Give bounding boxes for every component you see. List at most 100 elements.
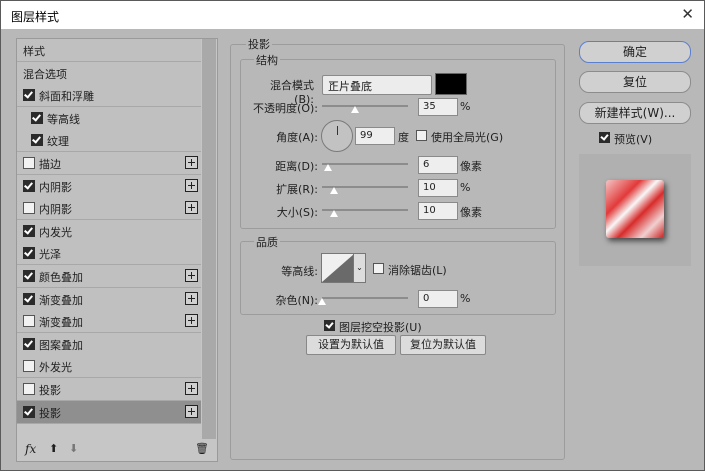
add-effect-icon[interactable] (185, 269, 198, 282)
style-checkbox[interactable] (23, 337, 35, 350)
structure-title: 结构 (254, 52, 280, 68)
noise-label: 杂色(N): (275, 294, 318, 307)
style-item-label: 内发光 (39, 225, 72, 239)
close-icon[interactable]: ✕ (681, 5, 694, 23)
style-item-label: 光泽 (39, 248, 61, 262)
opacity-slider-track[interactable] (322, 105, 408, 107)
spread-value: 10 (423, 182, 436, 193)
move-up-icon[interactable]: ⬆ (49, 442, 58, 455)
style-item-label: 样式 (23, 45, 45, 58)
angle-value: 99 (360, 130, 373, 141)
style-checkbox[interactable] (23, 247, 35, 260)
style-checkbox[interactable] (23, 179, 35, 192)
style-list-item[interactable]: 样式 (17, 39, 201, 62)
reset-default-button[interactable]: 复位为默认值 (400, 335, 486, 355)
style-list-item[interactable]: 外发光 (17, 355, 201, 379)
opacity-slider-thumb[interactable] (351, 106, 359, 113)
noise-slider-track[interactable] (322, 297, 408, 299)
style-preview (579, 154, 691, 266)
add-effect-icon[interactable] (185, 291, 198, 305)
global-light-checkbox[interactable] (416, 130, 427, 141)
knockout-label: 图层挖空投影(U) (339, 321, 422, 334)
style-checkbox[interactable] (23, 157, 35, 169)
style-checkbox[interactable] (31, 134, 43, 147)
style-item-label: 渐变叠加 (39, 316, 83, 330)
distance-input[interactable]: 6 (418, 156, 458, 174)
add-effect-icon[interactable] (185, 382, 198, 395)
fx-icon[interactable]: fx (25, 442, 36, 456)
dialog-title: 图层样式 (11, 10, 60, 24)
style-list-item[interactable]: 渐变叠加 (17, 287, 201, 311)
reset-button[interactable]: 复位 (579, 71, 691, 93)
style-checkbox[interactable] (23, 89, 35, 102)
distance-slider-thumb[interactable] (324, 164, 332, 171)
style-checkbox[interactable] (23, 224, 35, 237)
style-checkbox[interactable] (23, 202, 35, 215)
shadow-color-swatch[interactable] (435, 73, 467, 95)
trash-icon[interactable]: 🗑 (195, 442, 209, 455)
opacity-input[interactable]: 35 (418, 98, 458, 116)
contour-label: 等高线: (281, 265, 318, 278)
style-checkbox[interactable] (23, 292, 35, 305)
global-light-label: 使用全局光(G) (431, 131, 504, 144)
style-checkbox[interactable] (23, 360, 35, 373)
style-list-item[interactable]: 渐变叠加 (17, 310, 201, 334)
section-title: 投影 (246, 36, 272, 52)
add-effect-icon[interactable] (185, 178, 198, 192)
style-list-item[interactable]: 投影 (17, 378, 201, 401)
style-list-item[interactable]: 投影 (17, 400, 201, 424)
style-list-item[interactable]: 内阴影 (17, 174, 201, 198)
noise-slider-thumb[interactable] (318, 298, 326, 305)
style-list-item[interactable]: 颜色叠加 (17, 265, 201, 288)
noise-input[interactable]: 0 (418, 290, 458, 308)
style-checkbox[interactable] (31, 111, 43, 124)
size-slider-thumb[interactable] (330, 210, 338, 217)
add-effect-icon[interactable] (185, 156, 198, 169)
move-down-icon[interactable]: ⬇ (69, 442, 78, 455)
style-item-label: 图案叠加 (39, 338, 83, 352)
style-list-item[interactable]: 图案叠加 (17, 332, 201, 356)
style-list-item[interactable]: 描边 (17, 152, 201, 175)
style-checkbox[interactable] (23, 405, 35, 418)
knockout-checkbox[interactable] (324, 320, 335, 331)
style-list-item[interactable]: 内发光 (17, 219, 201, 243)
antialias-checkbox[interactable] (373, 263, 384, 274)
angle-input[interactable]: 99 (355, 127, 395, 145)
size-input[interactable]: 10 (418, 202, 458, 220)
style-list-item[interactable]: 斜面和浮雕 (17, 84, 201, 108)
add-effect-icon[interactable] (185, 404, 198, 418)
quality-title: 品质 (254, 234, 280, 250)
spread-input[interactable]: 10 (418, 179, 458, 197)
contour-preview[interactable] (321, 253, 355, 283)
preview-thumbnail (606, 180, 664, 238)
ok-button[interactable]: 确定 (579, 41, 691, 63)
style-checkbox[interactable] (23, 315, 35, 328)
style-list-item[interactable]: 内阴影 (17, 197, 201, 221)
style-checkbox[interactable] (23, 270, 35, 282)
style-list-toolbar: fx ⬆ ⬇ 🗑 (17, 439, 217, 461)
style-item-label: 混合选项 (23, 67, 67, 81)
style-item-label: 投影 (39, 406, 61, 420)
spread-slider-thumb[interactable] (330, 187, 338, 194)
noise-unit: % (460, 292, 471, 305)
new-style-button[interactable]: 新建样式(W)... (579, 102, 691, 124)
distance-slider-track[interactable] (322, 163, 408, 165)
contour-dropdown[interactable]: ⌄ (353, 253, 366, 283)
angle-dial[interactable] (321, 120, 353, 152)
size-label: 大小(S): (276, 206, 318, 219)
preview-checkbox[interactable] (599, 132, 610, 143)
set-default-button[interactable]: 设置为默认值 (306, 335, 396, 355)
opacity-unit: % (460, 100, 471, 113)
size-value: 10 (423, 205, 436, 216)
blend-mode-select[interactable]: 正片叠底 ⌄ (322, 75, 432, 95)
size-unit: 像素 (460, 206, 482, 219)
style-item-label: 内阴影 (39, 203, 72, 217)
add-effect-icon[interactable] (185, 314, 198, 328)
style-list-item[interactable]: 混合选项 (17, 61, 201, 85)
style-list-scrollbar[interactable] (202, 39, 216, 439)
style-list-item[interactable]: 光泽 (17, 242, 201, 266)
add-effect-icon[interactable] (185, 201, 198, 215)
style-list-item[interactable]: 等高线 (17, 106, 201, 130)
style-checkbox[interactable] (23, 383, 35, 395)
style-list-item[interactable]: 纹理 (17, 129, 201, 153)
